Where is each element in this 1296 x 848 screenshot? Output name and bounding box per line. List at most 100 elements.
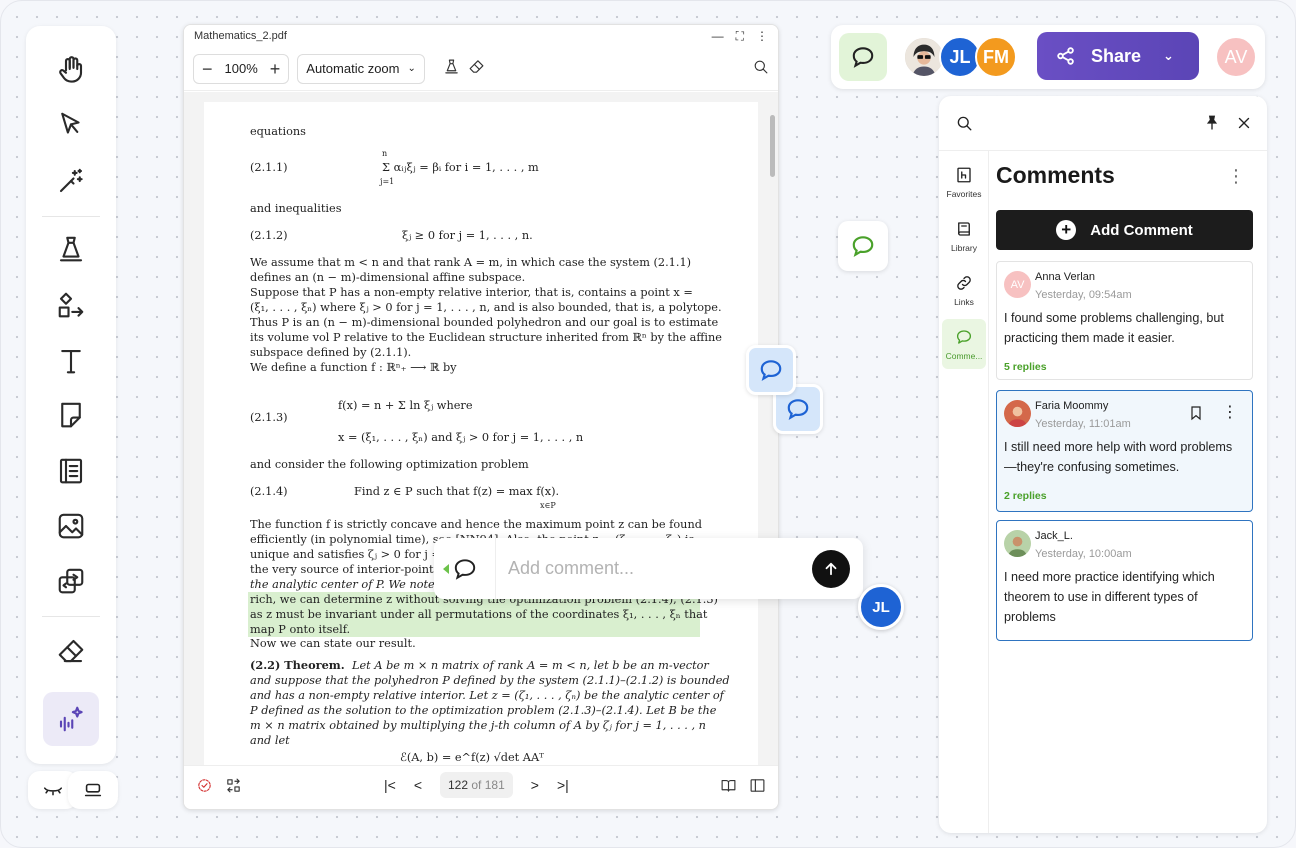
convert-button[interactable] [225,777,242,799]
pdf-text-line: and has a non-empty relative interior. L… [250,689,724,702]
first-page-icon[interactable]: |< [384,777,396,793]
rail-item-library[interactable]: Library [942,211,986,261]
comment-bubble-icon [852,236,874,257]
pdf-text-line: map P onto itself. [250,623,351,636]
pointer-caret-icon [443,564,449,574]
zoom-out-button[interactable]: − [202,60,213,78]
rail-item-favorites[interactable]: Favorites [942,157,986,207]
more-options-icon[interactable]: ⋮ [1222,405,1238,421]
document-tool[interactable] [43,444,99,498]
comment-pin[interactable] [838,221,888,271]
embed-tool[interactable] [43,554,99,608]
close-icon[interactable] [1235,114,1253,132]
share-icon [1057,47,1074,65]
current-page: 122 [448,778,469,792]
composer-icon-area [434,538,496,599]
rail-label: Links [954,296,974,307]
pdf-text-line: The function f is strictly concave and h… [250,518,702,531]
pdf-text-line: and suppose that the polyhedron P define… [250,674,730,687]
hand-tool[interactable] [43,42,99,96]
comment-card[interactable]: Jack_L. Yesterday, 10:00am I need more p… [996,520,1253,641]
add-comment-button[interactable]: + Add Comment [996,210,1253,250]
zoom-in-button[interactable]: + [270,60,281,78]
pdf-text-line: Thus P is an (n − m)-dimensional bounded… [250,316,719,329]
eraser-tool[interactable] [43,624,99,678]
current-user-avatar[interactable]: AV [1215,36,1257,78]
pdf-scroll-area[interactable]: equations (2.1.1) n Σ αᵢⱼξⱼ = βᵢ for i =… [184,92,778,782]
minimize-window-icon[interactable]: — [712,29,724,43]
equation: Find z ∈ P such that f(z) = max f(x). [354,485,560,498]
shapes-connector-tool[interactable] [43,278,99,332]
next-page-icon[interactable]: > [531,777,539,793]
person-photo-icon [905,38,943,76]
task-check-button[interactable] [196,777,213,799]
search-icon [754,60,768,73]
last-page-icon[interactable]: >| [557,777,569,793]
comments-toggle-button[interactable] [839,33,887,81]
viewer-titlebar: Mathematics_2.pdf — ⛶ ⋮ [184,25,778,47]
highlighter-icon [59,236,83,262]
chevron-down-icon: ⌄ [407,63,416,74]
more-options-icon[interactable]: ⋮ [756,29,768,43]
pdf-text-line: subspace defined by (2.1.1). [250,346,412,359]
panel-more-icon[interactable]: ⋮ [1227,166,1245,187]
share-button[interactable]: Share ⌄ [1037,32,1199,80]
highlighter-tool[interactable] [43,222,99,276]
equation: f(x) = n + Σ ln ξⱼ where [338,399,473,412]
comment-pin[interactable] [746,345,796,395]
image-tool[interactable] [43,499,99,553]
rail-label: Comme... [945,350,983,361]
eraser-button[interactable] [468,58,485,80]
magic-wand-tool[interactable] [43,154,99,208]
equation: Σ αᵢⱼξⱼ = βᵢ for i = 1, . . . , m [382,161,539,174]
comment-card[interactable]: AV Anna Verlan Yesterday, 09:54am I foun… [996,261,1253,380]
comment-icon [956,329,972,344]
search-icon[interactable] [955,114,973,132]
minimize-button[interactable] [68,771,118,809]
select-tool[interactable] [43,98,99,152]
text-tool[interactable] [43,334,99,388]
document-icon [59,458,83,484]
pdf-text-line: and inequalities [250,202,342,215]
search-button[interactable] [752,58,769,80]
comment-avatar [1004,400,1031,427]
whiteboard-canvas: Mathematics_2.pdf — ⛶ ⋮ − 100% + Automat… [0,0,1296,848]
sidebar-toggle-button[interactable] [749,777,766,799]
pdf-text-line: P defined as the solution to the optimiz… [250,704,717,717]
comment-bubble-icon [787,399,809,420]
comment-input[interactable] [496,548,812,589]
open-book-icon [721,779,736,792]
pin-icon[interactable] [1203,114,1221,132]
comment-replies-link[interactable]: 2 replies [1004,490,1047,502]
share-label: Share [1091,45,1142,66]
equation-number: (2.1.1) [250,161,288,174]
ai-sparkle-icon [59,706,83,732]
scrollbar-thumb[interactable] [770,115,775,177]
rail-item-comments[interactable]: Comme... [942,319,986,369]
bookmark-icon[interactable] [1188,405,1204,421]
pdf-text-line: and consider the following optimization … [250,458,529,471]
pdf-page: equations (2.1.1) n Σ αᵢⱼξⱼ = βᵢ for i =… [204,102,758,782]
rail-item-links[interactable]: Links [942,265,986,315]
sticky-note-tool[interactable] [43,388,99,442]
pdf-text-line: We define a function f : ℝⁿ₊ ⟶ ℝ by [250,361,457,374]
comment-replies-link[interactable]: 5 replies [1004,361,1047,373]
fullscreen-icon[interactable]: ⛶ [736,29,744,44]
send-comment-button[interactable] [812,549,850,588]
pdf-text-line: (ξ₁, . . . , ξₙ) where ξⱼ > 0 for j = 1,… [250,301,722,314]
zoom-mode-label: Automatic zoom [306,61,400,76]
theorem-heading: (2.2) Theorem. [250,658,345,672]
comment-bubble-icon [760,360,782,381]
equation-sub: x∈P [540,501,556,510]
prev-page-icon[interactable]: < [414,777,422,793]
ai-assistant-tool[interactable] [43,692,99,746]
equation: ℰ(A, b) = e^f(z) √det AAᵀ [400,751,544,764]
comment-card[interactable]: Faria Moommy Yesterday, 11:01am ⋮ I stil… [996,390,1253,512]
collaborator-avatar-fm[interactable]: FM [975,36,1017,78]
pdf-viewer-window: Mathematics_2.pdf — ⛶ ⋮ − 100% + Automat… [183,24,779,810]
highlight-button[interactable] [443,58,460,80]
zoom-mode-select[interactable]: Automatic zoom ⌄ [297,53,425,84]
book-view-button[interactable] [720,777,737,799]
pdf-text-line: Now we can state our result. [250,637,416,650]
page-indicator[interactable]: 122 of 181 [440,772,513,798]
